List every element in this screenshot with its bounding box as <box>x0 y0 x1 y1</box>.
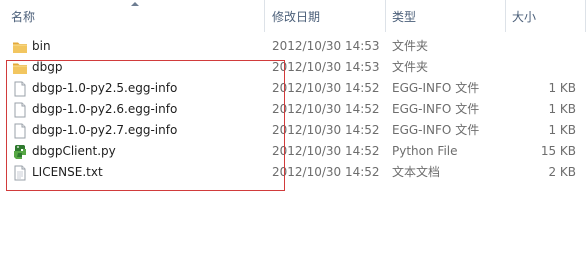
file-row[interactable]: dbgp 2012/10/30 14:53 文件夹 <box>0 57 586 78</box>
file-icon <box>14 123 26 139</box>
file-type: 文件夹 <box>392 39 429 53</box>
folder-icon <box>13 63 27 74</box>
file-name: dbgp-1.0-py2.7.egg-info <box>32 123 178 137</box>
column-divider[interactable] <box>264 0 265 32</box>
file-name: LICENSE.txt <box>32 165 103 179</box>
file-date: 2012/10/30 14:52 <box>272 81 380 95</box>
file-date: 2012/10/30 14:52 <box>272 165 380 179</box>
file-row[interactable]: bin 2012/10/30 14:53 文件夹 <box>0 36 586 57</box>
column-divider[interactable] <box>505 0 506 32</box>
file-type: 文本文档 <box>392 165 441 179</box>
column-header-name[interactable]: 名称 <box>11 0 35 32</box>
file-icon <box>14 81 26 97</box>
file-size: 1 KB <box>548 123 576 137</box>
file-date: 2012/10/30 14:52 <box>272 144 380 158</box>
file-date: 2012/10/30 14:52 <box>272 123 380 137</box>
file-size: 1 KB <box>548 81 576 95</box>
sort-ascending-icon <box>131 2 139 6</box>
column-header-type[interactable]: 类型 <box>392 0 416 32</box>
column-divider[interactable] <box>385 0 386 32</box>
file-name: bin <box>32 39 51 53</box>
file-row[interactable]: dbgp-1.0-py2.7.egg-info 2012/10/30 14:52… <box>0 120 586 141</box>
python-file-icon <box>14 145 26 159</box>
file-row[interactable]: dbgpClient.py 2012/10/30 14:52 Python Fi… <box>0 141 586 162</box>
file-type: EGG-INFO 文件 <box>392 123 480 137</box>
file-name: dbgp-1.0-py2.5.egg-info <box>32 81 178 95</box>
folder-icon <box>13 42 27 53</box>
file-size: 2 KB <box>548 165 576 179</box>
file-type: EGG-INFO 文件 <box>392 81 480 95</box>
file-name: dbgp-1.0-py2.6.egg-info <box>32 102 178 116</box>
file-name: dbgp <box>32 60 63 74</box>
file-name: dbgpClient.py <box>32 144 116 158</box>
file-type: 文件夹 <box>392 60 429 74</box>
file-type: EGG-INFO 文件 <box>392 102 480 116</box>
file-row[interactable]: dbgp-1.0-py2.6.egg-info 2012/10/30 14:52… <box>0 99 586 120</box>
file-row[interactable]: LICENSE.txt 2012/10/30 14:52 文本文档 2 KB <box>0 162 586 183</box>
file-date: 2012/10/30 14:52 <box>272 102 380 116</box>
file-size: 15 KB <box>540 144 576 158</box>
file-type: Python File <box>392 144 458 158</box>
file-date: 2012/10/30 14:53 <box>272 60 380 74</box>
file-icon <box>14 102 26 118</box>
column-header-size[interactable]: 大小 <box>512 0 536 32</box>
column-header-date[interactable]: 修改日期 <box>272 0 320 32</box>
column-header-bar: 名称 修改日期 类型 大小 <box>0 0 586 32</box>
file-row[interactable]: dbgp-1.0-py2.5.egg-info 2012/10/30 14:52… <box>0 78 586 99</box>
file-size: 1 KB <box>548 102 576 116</box>
text-file-icon <box>14 165 26 181</box>
file-date: 2012/10/30 14:53 <box>272 39 380 53</box>
